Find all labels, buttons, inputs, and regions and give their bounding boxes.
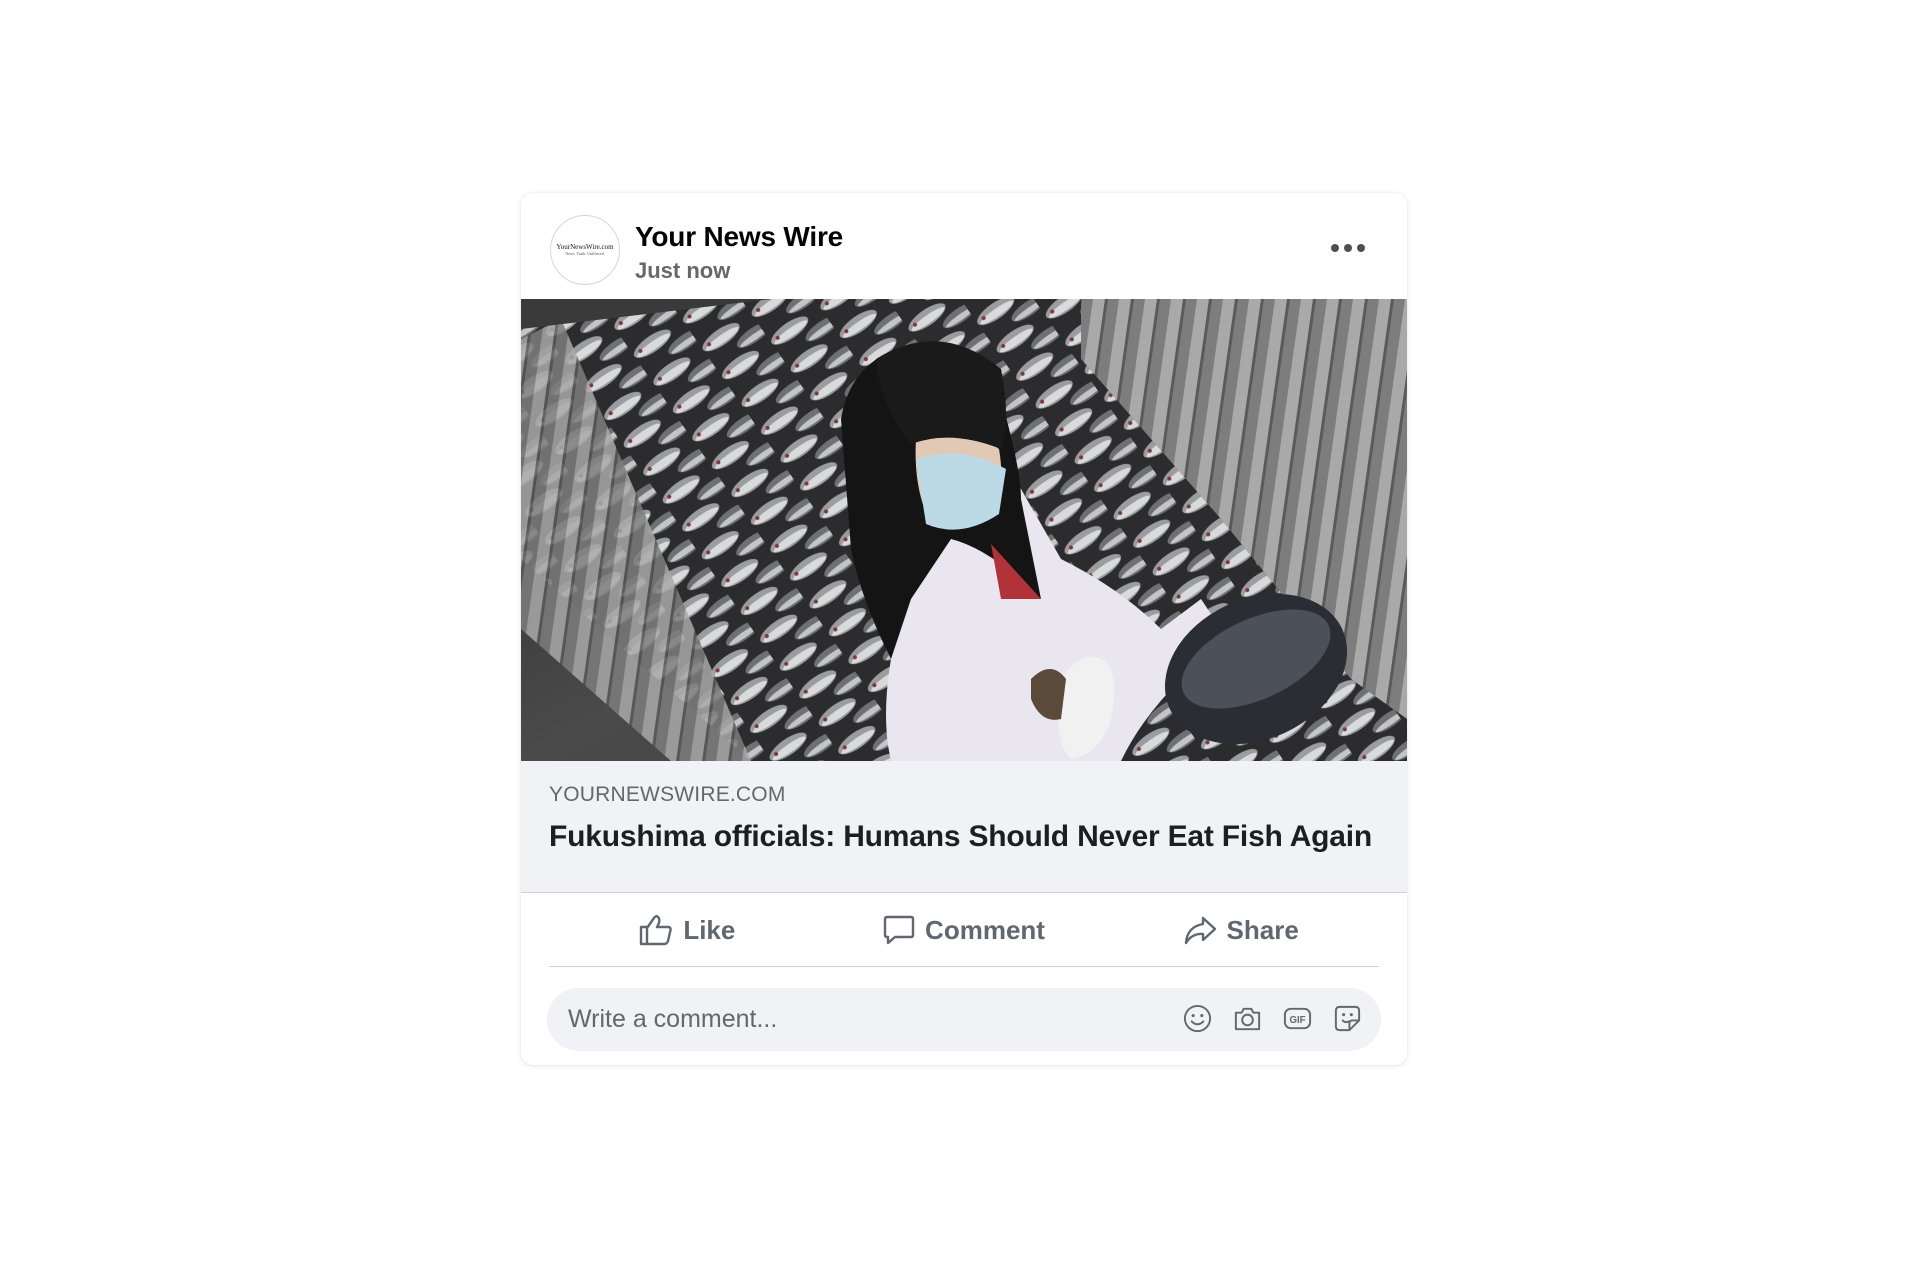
gif-icon-label: GIF (1289, 1015, 1305, 1026)
camera-icon[interactable] (1232, 1003, 1263, 1034)
comment-input[interactable]: Write a comment... GIF (547, 988, 1381, 1051)
share-arrow-icon (1184, 916, 1216, 945)
comment-icon-row: GIF (1182, 1003, 1363, 1034)
like-label: Like (683, 914, 736, 945)
thumbs-up-icon (640, 915, 673, 946)
more-options-button[interactable] (1324, 234, 1372, 262)
gif-icon[interactable]: GIF (1282, 1003, 1313, 1034)
avatar-tagline: News. Truth. Unfiltered. (565, 251, 605, 256)
photo-illustration (521, 299, 1407, 761)
like-button[interactable]: Like (549, 900, 826, 960)
post-actions-bar: Like Comment Share (549, 894, 1379, 967)
more-horizontal-icon (1357, 244, 1365, 252)
more-horizontal-icon (1331, 244, 1339, 252)
page-name-link[interactable]: Your News Wire (635, 221, 843, 253)
comment-button[interactable]: Comment (826, 900, 1103, 960)
more-horizontal-icon (1344, 244, 1352, 252)
post-timestamp[interactable]: Just now (635, 258, 730, 284)
link-preview[interactable]: YOURNEWSWIRE.COM Fukushima officials: Hu… (521, 761, 1407, 893)
share-button[interactable]: Share (1102, 900, 1379, 960)
post-header: YourNewsWire.com News. Truth. Unfiltered… (521, 193, 1407, 299)
avatar-logo-text: YourNewsWire.com (556, 243, 614, 251)
share-label: Share (1226, 914, 1299, 945)
comment-bubble-icon (883, 915, 915, 945)
link-title[interactable]: Fukushima officials: Humans Should Never… (549, 820, 1372, 854)
emoji-icon[interactable] (1182, 1003, 1213, 1034)
comment-label: Comment (925, 914, 1045, 945)
sticker-icon[interactable] (1332, 1003, 1363, 1034)
link-domain: YOURNEWSWIRE.COM (549, 783, 786, 806)
post-card: YourNewsWire.com News. Truth. Unfiltered… (521, 193, 1407, 1065)
comment-placeholder: Write a comment... (568, 1005, 778, 1033)
post-photo[interactable] (521, 299, 1407, 761)
avatar[interactable]: YourNewsWire.com News. Truth. Unfiltered… (550, 215, 620, 285)
